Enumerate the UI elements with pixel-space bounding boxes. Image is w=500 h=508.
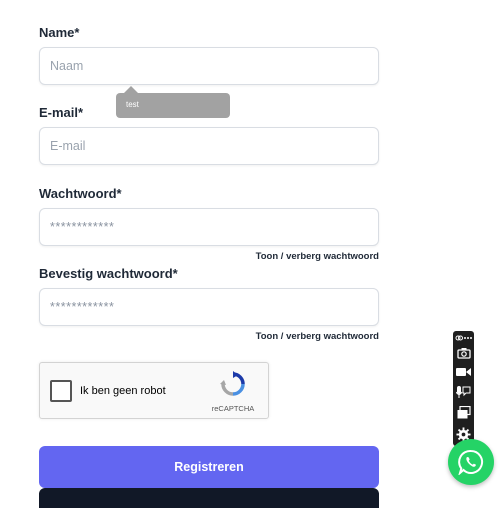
windows-icon	[457, 405, 471, 418]
toolbar-camera[interactable]	[453, 345, 474, 361]
password-input[interactable]	[39, 208, 379, 246]
tooltip-text: test	[126, 100, 139, 109]
whatsapp-icon	[458, 449, 483, 475]
secondary-button[interactable]	[39, 488, 379, 508]
name-label: Name*	[39, 25, 80, 40]
camera-icon	[456, 348, 471, 359]
recaptcha-label: Ik ben geen robot	[80, 385, 166, 397]
recaptcha-widget: Ik ben geen robot reCAPTCHA	[39, 362, 269, 419]
confirm-password-label: Bevestig wachtwoord*	[39, 266, 178, 281]
whatsapp-button[interactable]	[448, 439, 494, 485]
recaptcha-logo: reCAPTCHA	[208, 371, 258, 413]
confirm-password-input[interactable]	[39, 288, 379, 326]
mic-chat-icon	[456, 386, 471, 398]
tooltip: test	[116, 86, 230, 118]
name-input[interactable]	[39, 47, 379, 85]
recaptcha-brand: reCAPTCHA	[211, 404, 255, 413]
register-button[interactable]: Registreren	[39, 446, 379, 488]
confirm-password-toggle-link[interactable]: Toon / verberg wachtwoord	[256, 331, 379, 342]
recaptcha-checkbox[interactable]	[50, 380, 72, 402]
toolbar-windows[interactable]	[453, 404, 474, 420]
toolbar-mic-chat[interactable]	[453, 384, 474, 400]
floating-toolbar	[453, 331, 474, 446]
toolbar-video[interactable]	[453, 364, 474, 380]
email-label: E-mail*	[39, 105, 84, 120]
toolbar-top-row	[453, 333, 474, 343]
video-icon	[456, 368, 471, 376]
password-toggle-link[interactable]: Toon / verberg wachtwoord	[256, 251, 379, 262]
link-icon[interactable]	[455, 334, 463, 342]
more-icon[interactable]	[463, 334, 473, 342]
password-label: Wachtwoord*	[39, 186, 122, 201]
email-input[interactable]	[39, 127, 379, 165]
recaptcha-icon	[220, 371, 245, 396]
